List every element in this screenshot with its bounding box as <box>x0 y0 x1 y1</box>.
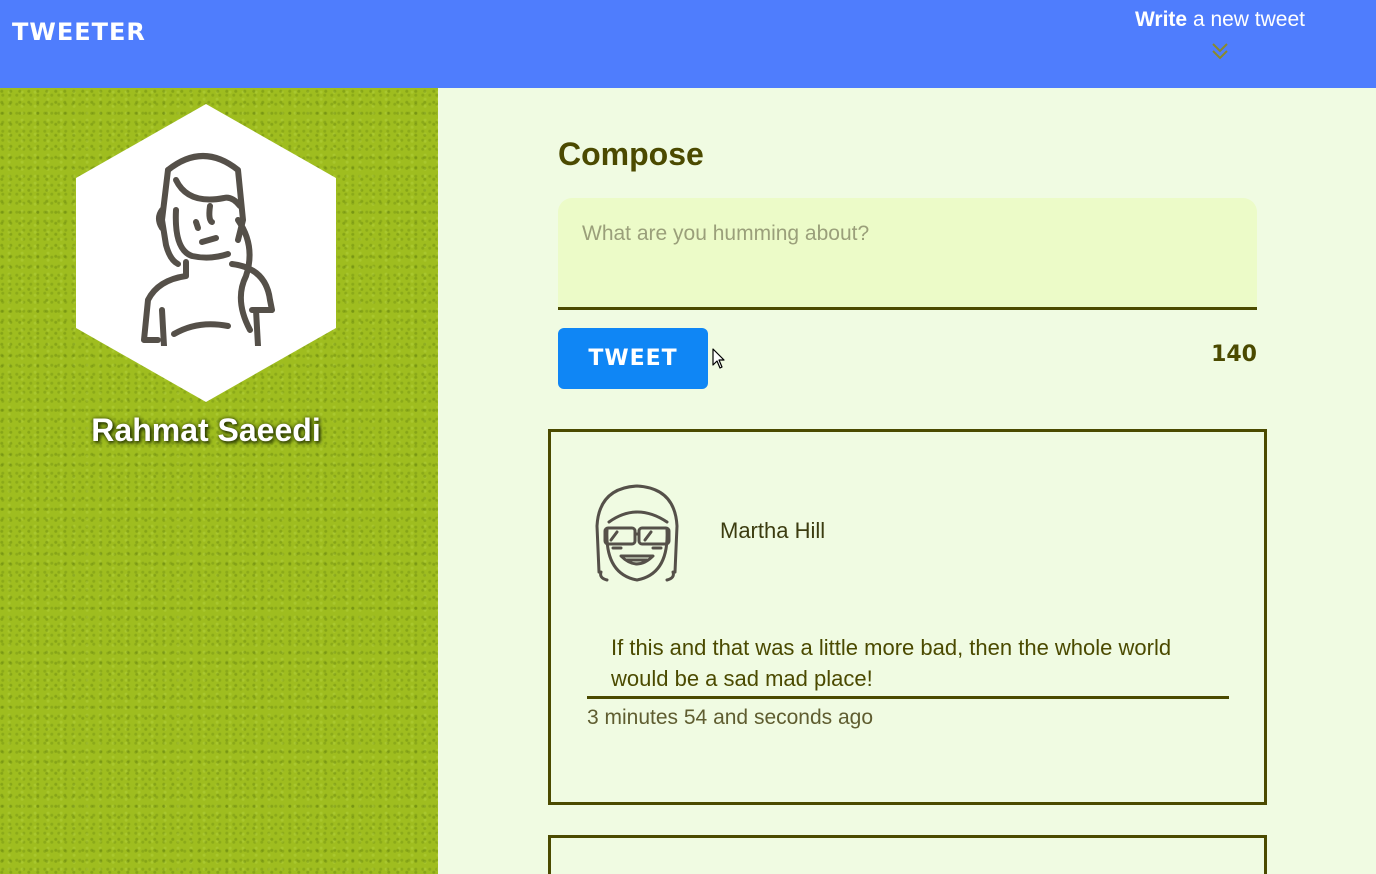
app-logo[interactable]: TWEETER <box>12 18 146 46</box>
mouse-pointer-icon <box>712 348 725 369</box>
write-bold-text: Write <box>1134 8 1188 31</box>
girl-with-sunglasses-avatar-icon <box>595 484 679 582</box>
tweet-timestamp: 3 minutes 54 and seconds ago <box>587 706 874 729</box>
tweet-author-name: Martha Hill <box>720 518 826 543</box>
tweet-button[interactable]: TWEET <box>558 328 708 389</box>
tweet-card <box>548 835 1267 874</box>
double-chevron-down-icon[interactable] <box>1210 40 1230 62</box>
character-counter: 140 <box>1211 342 1257 367</box>
write-new-tweet-toggle[interactable]: Write a new tweet <box>1110 6 1330 82</box>
woman-avatar-icon <box>141 153 275 346</box>
compose-title: Compose <box>558 136 704 172</box>
tweet-text: If this and that was a little more bad, … <box>587 632 1229 699</box>
tweet-card: Martha Hill If this and that was a littl… <box>548 429 1267 805</box>
top-nav: TWEETER Write a new tweet <box>0 0 1376 88</box>
profile-sidebar: Rahmat Saeedi <box>0 88 438 874</box>
profile-user-name: Rahmat Saeedi <box>91 412 321 448</box>
main-content: Compose TWEET 140 Martha Hill If this an… <box>438 88 1376 874</box>
write-new-tweet-label: Write a new tweet <box>1110 8 1330 32</box>
write-rest-text: a new tweet <box>1192 8 1306 31</box>
compose-tweet-input[interactable] <box>558 198 1257 310</box>
